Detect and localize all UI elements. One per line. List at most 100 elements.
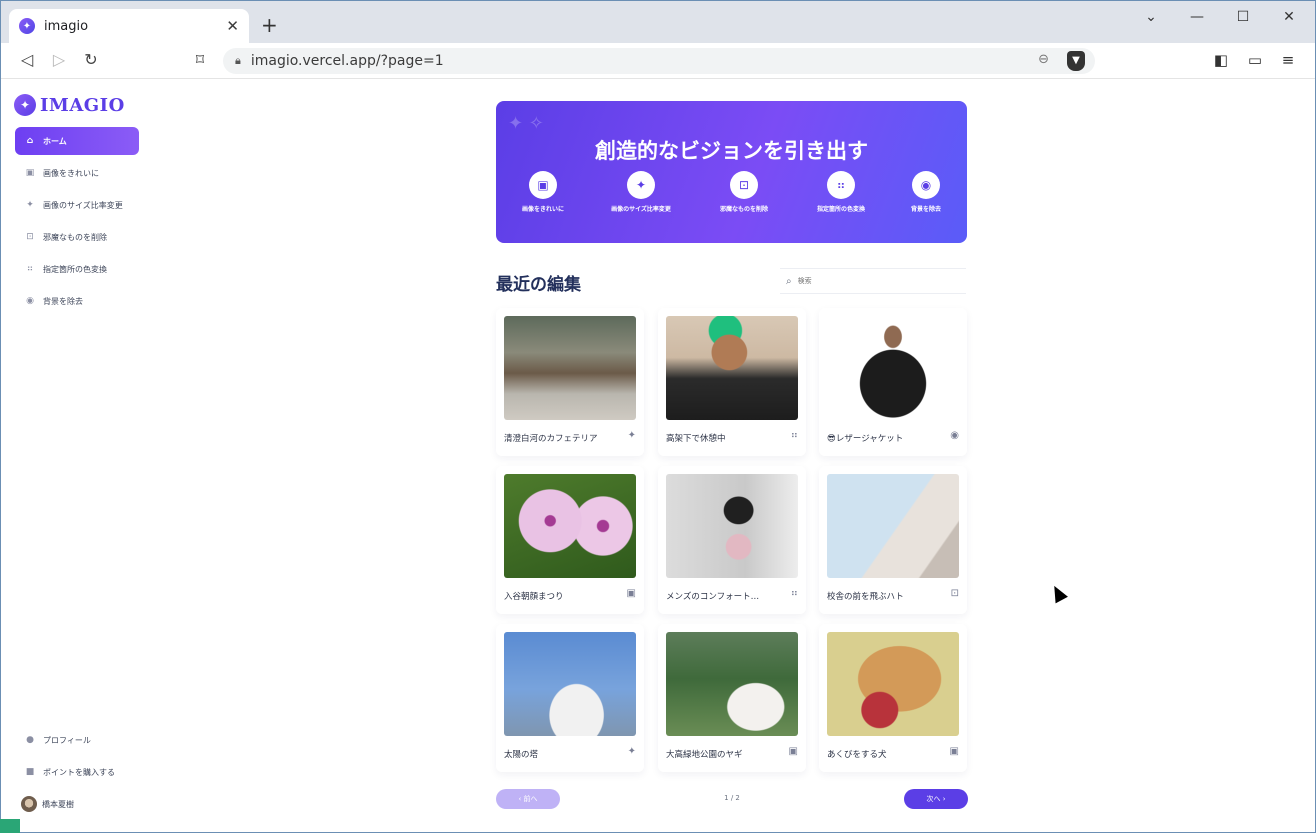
erase-icon: ⊡ bbox=[26, 232, 34, 242]
logo-text: IMAGIO bbox=[40, 94, 125, 116]
feature-recolor[interactable]: ⠶ 指定箇所の色変換 bbox=[793, 171, 889, 213]
erase-icon: ⊡ bbox=[730, 171, 758, 199]
sparkle-icon: ✦ bbox=[627, 430, 636, 441]
color-swap-icon: ⠶ bbox=[827, 171, 855, 199]
search-box[interactable]: ⌕ bbox=[780, 268, 966, 294]
feature-enhance[interactable]: ▣ 画像をきれいに bbox=[496, 171, 591, 213]
sidebar-item-remove-background[interactable]: ◉ 背景を除去 bbox=[15, 287, 139, 315]
color-swap-icon: ⠶ bbox=[790, 430, 798, 441]
recent-card[interactable]: 校舎の前を飛ぶハト ⊡ bbox=[819, 466, 967, 614]
maximize-button[interactable]: ☐ bbox=[1233, 9, 1253, 25]
recent-card[interactable]: 清澄白河のカフェテリア ✦ bbox=[496, 308, 644, 456]
sidebar-item-buy-points[interactable]: ■ ポイントを購入する bbox=[15, 758, 139, 786]
search-input[interactable] bbox=[797, 277, 948, 285]
sidebar-item-recolor[interactable]: ⠶ 指定箇所の色変換 bbox=[15, 255, 139, 283]
camera-icon: ◉ bbox=[912, 171, 940, 199]
feature-resize[interactable]: ✦ 画像のサイズ比率変更 bbox=[593, 171, 689, 213]
sidebar-item-label: 指定箇所の色変換 bbox=[43, 264, 107, 274]
sidebar-item-label: ホーム bbox=[43, 136, 67, 146]
tab-title: imagio bbox=[44, 18, 89, 34]
menu-icon[interactable]: ≡ bbox=[1278, 51, 1298, 69]
thumbnail-image bbox=[827, 316, 959, 420]
sidebar-nav: ⌂ ホーム ▣ 画像をきれいに ✦ 画像のサイズ比率変更 ⊡ 邪魔なものを削除 … bbox=[15, 127, 139, 319]
image-icon: ▣ bbox=[788, 746, 798, 757]
thumbnail-image bbox=[827, 632, 959, 736]
feature-remove-background[interactable]: ◉ 背景を除去 bbox=[878, 171, 967, 213]
prev-page-button[interactable]: ‹ 前へ bbox=[496, 789, 560, 809]
zoom-icon[interactable]: ⊖ bbox=[1038, 52, 1049, 67]
feature-label: 指定箇所の色変換 bbox=[816, 206, 865, 213]
app-logo[interactable]: ✦ IMAGIO bbox=[14, 94, 125, 116]
recent-card[interactable]: 太陽の塔 ✦ bbox=[496, 624, 644, 772]
thumbnail-image bbox=[666, 474, 798, 578]
back-icon[interactable]: ◁ bbox=[16, 50, 38, 69]
tab-list-icon[interactable]: ⌄ bbox=[1141, 9, 1161, 25]
card-title: 大高緑地公園のヤギ bbox=[666, 750, 743, 760]
user-icon: ● bbox=[26, 735, 34, 745]
recent-card[interactable]: 入谷朝顔まつり ▣ bbox=[496, 466, 644, 614]
sidebar-item-label: 画像をきれいに bbox=[43, 168, 99, 178]
forward-icon[interactable]: ▷ bbox=[48, 50, 70, 69]
recent-card[interactable]: 高架下で休憩中 ⠶ bbox=[658, 308, 806, 456]
imagio-favicon-icon: ✦ bbox=[19, 18, 35, 34]
tab-close-icon[interactable]: ✕ bbox=[226, 17, 239, 35]
close-window-button[interactable]: ✕ bbox=[1279, 9, 1299, 25]
image-icon: ▣ bbox=[626, 588, 636, 599]
feature-remove-object[interactable]: ⊡ 邪魔なものを削除 bbox=[696, 171, 792, 213]
card-title: 太陽の塔 bbox=[504, 750, 539, 760]
sidebar-item-enhance[interactable]: ▣ 画像をきれいに bbox=[15, 159, 139, 187]
reload-icon[interactable]: ↻ bbox=[80, 50, 102, 69]
address-bar[interactable]: 🔒︎ imagio.vercel.app/?page=1 ⊖ ▼ bbox=[223, 48, 1095, 74]
url-text: imagio.vercel.app/?page=1 bbox=[250, 53, 444, 69]
image-icon: ▣ bbox=[949, 746, 959, 757]
minimize-button[interactable]: — bbox=[1187, 9, 1207, 25]
sidebar-item-home[interactable]: ⌂ ホーム bbox=[15, 127, 139, 155]
browser-tab[interactable]: ✦ imagio ✕ bbox=[9, 9, 249, 43]
sidebar-item-label: ポイントを購入する bbox=[43, 767, 115, 777]
thumbnail-image bbox=[666, 632, 798, 736]
thumbnail-image bbox=[504, 474, 636, 578]
sidebar-item-resize[interactable]: ✦ 画像のサイズ比率変更 bbox=[15, 191, 139, 219]
bookmark-icon[interactable]: ⌑ bbox=[189, 50, 211, 69]
lock-icon: 🔒︎ bbox=[235, 54, 241, 67]
thumbnail-image bbox=[827, 474, 959, 578]
brave-shield-icon[interactable]: ▼ bbox=[1067, 51, 1085, 71]
color-swap-icon: ⠶ bbox=[26, 264, 34, 274]
sidebar-item-label: 背景を除去 bbox=[43, 296, 83, 306]
corner-indicator bbox=[0, 819, 20, 833]
sidebar-item-label: 画像のサイズ比率変更 bbox=[43, 200, 123, 210]
sidebar-item-label: 邪魔なものを削除 bbox=[43, 232, 107, 242]
next-page-button[interactable]: 次へ › bbox=[904, 789, 968, 809]
sparkle-icon: ✦ bbox=[627, 171, 655, 199]
new-tab-button[interactable]: + bbox=[261, 15, 278, 35]
color-swap-icon: ⠶ bbox=[790, 588, 798, 599]
thumbnail-image bbox=[504, 632, 636, 736]
browser-toolbar: ◁ ▷ ↻ ⌑ 🔒︎ imagio.vercel.app/?page=1 ⊖ ▼… bbox=[1, 43, 1315, 79]
tab-bar: ✦ imagio ✕ + ⌄ — ☐ ✕ bbox=[1, 1, 1315, 43]
card-title: あくびをする犬 bbox=[827, 750, 887, 760]
feature-label: 画像をきれいに bbox=[521, 206, 564, 213]
recent-card[interactable]: あくびをする犬 ▣ bbox=[819, 624, 967, 772]
sidebar-bottom: ● プロフィール ■ ポイントを購入する 橋本夏樹 bbox=[15, 726, 139, 822]
recent-card[interactable]: 😎レザージャケット ◉ bbox=[819, 308, 967, 456]
image-icon: ▣ bbox=[529, 171, 557, 199]
sidebar-item-remove-object[interactable]: ⊡ 邪魔なものを削除 bbox=[15, 223, 139, 251]
sidebar-item-user[interactable]: 橋本夏樹 bbox=[15, 790, 139, 818]
image-icon: ▣ bbox=[25, 168, 35, 178]
decorative-sparkle-icon: ✦ ✧ bbox=[508, 113, 544, 134]
page-indicator: 1 / 2 bbox=[724, 794, 740, 802]
sidebar-item-profile[interactable]: ● プロフィール bbox=[15, 726, 139, 754]
home-icon: ⌂ bbox=[26, 136, 34, 146]
thumbnail-image bbox=[666, 316, 798, 420]
card-title: 清澄白河のカフェテリア bbox=[504, 434, 598, 444]
sparkle-icon: ✦ bbox=[26, 200, 34, 210]
wallet-icon[interactable]: ▭ bbox=[1245, 51, 1265, 69]
recent-card[interactable]: メンズのコンフォート… ⠶ bbox=[658, 466, 806, 614]
hero-title: 創造的なビジョンを引き出す bbox=[595, 139, 868, 163]
card-title: 入谷朝顔まつり bbox=[504, 592, 564, 602]
camera-icon: ◉ bbox=[26, 296, 34, 306]
card-title: メンズのコンフォート… bbox=[666, 592, 760, 602]
sidebar-toggle-icon[interactable]: ◧ bbox=[1211, 51, 1231, 69]
recent-card[interactable]: 大高緑地公園のヤギ ▣ bbox=[658, 624, 806, 772]
page-content: ✦ IMAGIO ⌂ ホーム ▣ 画像をきれいに ✦ 画像のサイズ比率変更 ⊡ … bbox=[2, 80, 1314, 832]
